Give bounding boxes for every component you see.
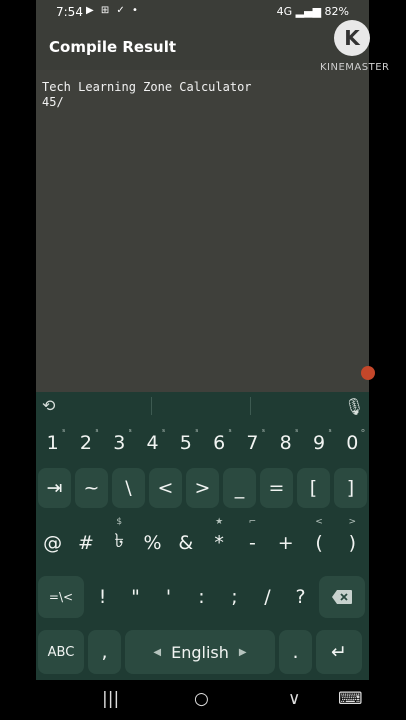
key-colon[interactable]: : (185, 576, 218, 618)
key-equals[interactable]: = (260, 468, 293, 508)
enter-icon[interactable]: ↵ (316, 630, 362, 674)
key-ampersand[interactable]: & (169, 522, 202, 564)
key-right-paren[interactable]: ) > (336, 517, 369, 564)
keyboard-row-numbers: 1ˢ 2ˢ 3ˢ 4ˢ 5ˢ 6ˢ 7ˢ 8ˢ 9ˢ 0ᵒ (36, 426, 369, 460)
key-abc[interactable]: ABC (38, 630, 84, 674)
keyboard-row-4: =\< ! " ' : ; / ? (36, 576, 369, 618)
keyboard: ⟲ 🎙 1ˢ 2ˢ 3ˢ 4ˢ 5ˢ 6ˢ 7ˢ 8ˢ 9ˢ 0ᵒ ⇥ ~ \ … (36, 392, 369, 680)
status-right: 4G ▂▄▆ 82% (276, 5, 349, 18)
kinemaster-logo: K (334, 20, 370, 56)
divider (250, 397, 251, 415)
output-text: Tech Learning Zone Calculator 45/ (42, 80, 252, 110)
key-minus[interactable]: - ⌐ (236, 517, 269, 564)
keyboard-row-bottom: ABC , ◀ English ▶ . ↵ (36, 630, 369, 674)
key-semicolon[interactable]: ; (218, 576, 251, 618)
key-question[interactable]: ? (284, 576, 317, 618)
home-icon[interactable]: ○ (194, 689, 209, 709)
key-6[interactable]: 6ˢ (202, 426, 235, 460)
kinemaster-watermark: K KINEMASTER (320, 18, 400, 78)
key-right-bracket[interactable]: ] (334, 468, 367, 508)
key-period[interactable]: . (279, 630, 312, 674)
key-symbols-page[interactable]: =\< (38, 576, 84, 618)
key-single-quote[interactable]: ' (152, 576, 185, 618)
keyboard-row-3: @ # ৳ $ % & * ★ - ⌐ + (< ) > (36, 517, 369, 564)
key-0[interactable]: 0ᵒ (336, 426, 369, 460)
backspace-icon[interactable] (319, 576, 365, 618)
status-time: 7:54 (56, 5, 83, 19)
key-tab[interactable]: ⇥ (38, 468, 71, 508)
keyboard-toggle-icon[interactable]: ⌨ (338, 689, 363, 709)
key-7[interactable]: 7ˢ (236, 426, 269, 460)
output-area: Tech Learning Zone Calculator 45/ (36, 70, 369, 392)
clipboard-icon[interactable]: ⟲ (42, 396, 55, 415)
key-slash[interactable]: / (251, 576, 284, 618)
key-hash[interactable]: # (69, 522, 102, 564)
space-label: English (171, 642, 229, 662)
backspace-glyph (332, 590, 352, 604)
key-less-than[interactable]: < (149, 468, 182, 508)
output-line-2: 45/ (42, 95, 64, 109)
key-at[interactable]: @ (36, 522, 69, 564)
key-underscore[interactable]: _ (223, 468, 256, 508)
key-tilde[interactable]: ~ (75, 468, 108, 508)
page-title: Compile Result (49, 38, 177, 56)
key-4[interactable]: 4ˢ (136, 426, 169, 460)
divider (151, 397, 152, 415)
keyboard-row-2: ⇥ ~ \ < > _ = [ ] (36, 468, 369, 508)
notification-icons: ▶ ⊞ ✓ • (86, 5, 140, 16)
watermark-text: KINEMASTER (320, 62, 390, 73)
key-5[interactable]: 5ˢ (169, 426, 202, 460)
chevron-left-icon: ◀ (153, 646, 162, 658)
key-asterisk[interactable]: * ★ (202, 517, 235, 564)
key-percent[interactable]: % (136, 522, 169, 564)
recents-icon[interactable]: ||| (102, 689, 119, 709)
floating-button[interactable] (361, 366, 375, 380)
phone-screen: 7:54 ▶ ⊞ ✓ • 4G ▂▄▆ 82% Compile Result T… (36, 0, 375, 720)
key-3[interactable]: 3ˢ (103, 426, 136, 460)
key-greater-than[interactable]: > (186, 468, 219, 508)
key-backslash[interactable]: \ (112, 468, 145, 508)
output-line-1: Tech Learning Zone Calculator (42, 80, 252, 94)
key-double-quote[interactable]: " (119, 576, 152, 618)
back-icon[interactable]: ∨ (288, 689, 300, 709)
mic-icon[interactable]: 🎙 (344, 397, 364, 416)
key-left-bracket[interactable]: [ (297, 468, 330, 508)
keyboard-toolbar: ⟲ 🎙 (36, 392, 369, 422)
key-comma[interactable]: , (88, 630, 121, 674)
key-plus[interactable]: + (269, 522, 302, 564)
key-exclamation[interactable]: ! (86, 576, 119, 618)
key-2[interactable]: 2ˢ (69, 426, 102, 460)
key-taka[interactable]: ৳ $ (103, 517, 136, 564)
key-space[interactable]: ◀ English ▶ (125, 630, 275, 674)
navigation-bar: ||| ○ ∨ ⌨ (0, 680, 406, 720)
key-8[interactable]: 8ˢ (269, 426, 302, 460)
key-1[interactable]: 1ˢ (36, 426, 69, 460)
key-9[interactable]: 9ˢ (302, 426, 335, 460)
chevron-right-icon: ▶ (238, 646, 247, 658)
key-left-paren[interactable]: (< (302, 517, 335, 564)
